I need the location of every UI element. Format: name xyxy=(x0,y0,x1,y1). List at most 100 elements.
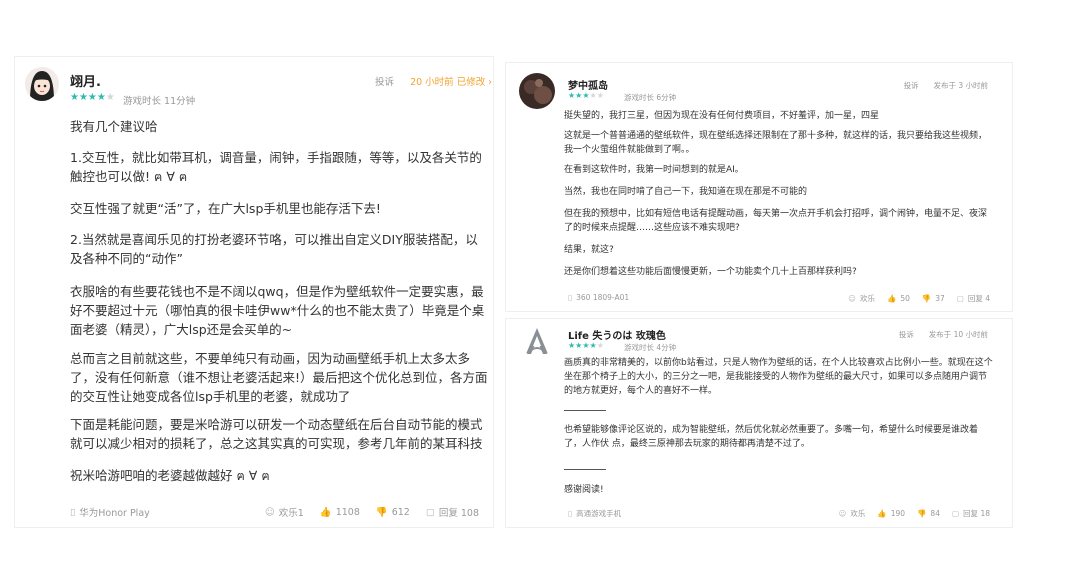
fun-button[interactable]: ☺ 欢乐1 xyxy=(264,505,304,520)
review-paragraph: 当然，我也在同时啃了自己一下，我知道在现在那是不可能的 xyxy=(564,187,808,197)
playtime: 游戏时长 6分钟 xyxy=(624,93,677,102)
report-link[interactable]: 投诉 xyxy=(899,330,914,339)
review-paragraph: 还是你们想着这些功能后面慢慢更新，一个功能卖个几十上百那样获利吗? xyxy=(564,267,857,277)
dislike-count: 37 xyxy=(935,294,945,303)
stars-filled: ★★★★ xyxy=(70,92,106,103)
reply-button[interactable]: ▢ 回复 18 xyxy=(952,508,990,519)
edited-time[interactable]: 20 小时前 已修改 › xyxy=(410,77,492,88)
stars-filled: ★★★ xyxy=(568,91,590,100)
review-paragraph: 交互性强了就更“活”了，在广大lsp手机里也能存活下去! xyxy=(70,201,381,216)
device-info: ▯ 360 1809-A01 xyxy=(568,293,629,302)
assassin-logo-icon xyxy=(521,325,553,357)
review-paragraph: 在看到这软件时，我第一时间想到的就是AI。 xyxy=(564,165,744,175)
review-paragraph: 感谢阅读! xyxy=(564,485,604,495)
review-paragraph: 挺失望的，我打三星，但因为现在没有任何付费项目，不好羞评，加一星，四星 xyxy=(564,111,880,121)
phone-icon: ▯ xyxy=(568,293,573,302)
post-time: 发布于 10 小时前 xyxy=(928,330,988,339)
rating-stars: ★★★★★ xyxy=(70,92,115,103)
review-card-right-bottom: Life 失うのは 玫瑰色 ★★★★★ 游戏时长 4分钟 投诉 发布于 10 小… xyxy=(505,318,1013,528)
thumbs-up-icon: 👍 xyxy=(877,509,887,518)
review-paragraph: 画质真的非常精美的，以前你b站看过，只是人物作为壁纸的话，在个人比较喜欢占比例小… xyxy=(564,358,993,396)
dislike-button[interactable]: 👎 37 xyxy=(922,294,945,303)
device-name: 360 1809-A01 xyxy=(576,293,630,302)
review-paragraph: 结果，就这? xyxy=(564,245,614,255)
stars-empty: ★★ xyxy=(589,91,604,100)
stars-filled: ★★★★ xyxy=(568,341,597,350)
comment-icon: ▢ xyxy=(956,294,964,303)
device-info: ▯ 华为Honor Play xyxy=(70,505,150,520)
review-stats: ☺ 欢乐 👍 190 👎 84 ▢ 回复 18 xyxy=(827,508,990,519)
review-actions: 投诉 发布于 10 小时前 xyxy=(899,329,988,340)
stars-empty: ★ xyxy=(596,341,604,350)
reply-count: 回复 108 xyxy=(438,508,479,519)
device-name: 高通游戏手机 xyxy=(576,509,622,518)
dislike-button[interactable]: 👎 612 xyxy=(376,507,410,518)
avatar[interactable] xyxy=(521,325,553,357)
device-name: 华为Honor Play xyxy=(79,508,150,519)
thumbs-up-icon: 👍 xyxy=(319,506,332,518)
reply-count: 回复 4 xyxy=(967,294,990,303)
report-link[interactable]: 投诉 xyxy=(904,81,919,90)
review-stats: ☺ 欢乐1 👍 1108 👎 612 ▢ 回复 108 xyxy=(249,505,479,520)
like-count: 1108 xyxy=(335,506,360,518)
review-paragraph: 也希望能够像评论区说的，成为智能壁纸，然后优化就必然重要了。多嘴一句，希望什么时… xyxy=(564,425,979,449)
fun-button[interactable]: ☺ 欢乐 xyxy=(848,293,875,304)
username[interactable]: 翊月. xyxy=(70,71,101,90)
dislike-count: 84 xyxy=(930,509,940,518)
smile-icon: ☺ xyxy=(838,509,847,518)
reply-count: 回复 18 xyxy=(963,509,990,518)
playtime: 游戏时长 11分钟 xyxy=(123,96,196,107)
avatar[interactable] xyxy=(519,73,555,109)
like-button[interactable]: 👍 190 xyxy=(877,509,905,518)
review-paragraph: 下面是耗能问题，要是米哈游可以研发一个动态壁纸在后台自动节能的模式就可以减少相对… xyxy=(70,417,483,451)
dislike-count: 612 xyxy=(391,506,410,518)
review-paragraph: 2.当然就是喜闻乐见的打扮老婆环节咯，可以推出自定义DIY服装搭配，以及各种不同… xyxy=(70,232,478,266)
username[interactable]: Life 失うのは 玫瑰色 xyxy=(568,327,666,342)
like-count: 190 xyxy=(890,509,906,518)
phone-icon: ▯ xyxy=(568,509,573,518)
stars-empty: ★ xyxy=(105,92,115,103)
avatar-image xyxy=(519,73,555,109)
dislike-button[interactable]: 👎 84 xyxy=(917,509,940,518)
fun-label: 欢乐1 xyxy=(278,508,304,519)
playtime: 游戏时长 4分钟 xyxy=(624,343,677,352)
smile-icon: ☺ xyxy=(848,294,856,303)
thumbs-down-icon: 👎 xyxy=(917,509,927,518)
review-paragraph: 这就是一个普普通通的壁纸软件，现在壁纸选择还限制在了那十多种，就这样的话，我只要… xyxy=(564,131,988,155)
review-paragraph: 总而言之目前就这些，不要单纯只有动画，因为动画壁纸手机上太多太多了，没有任何新意… xyxy=(70,351,488,404)
rating-stars: ★★★★★ xyxy=(568,341,604,350)
divider xyxy=(564,469,606,470)
smile-icon: ☺ xyxy=(264,506,275,518)
fun-label: 欢乐 xyxy=(859,294,875,303)
avatar-image xyxy=(25,67,59,101)
review-card-right-top: 梦中孤岛 ★★★★★ 游戏时长 6分钟 投诉 发布于 3 小时前 挺失望的，我打… xyxy=(505,62,1013,312)
thumbs-up-icon: 👍 xyxy=(886,294,897,303)
thumbs-down-icon: 👎 xyxy=(375,506,388,518)
review-actions: 投诉 20 小时前 已修改 › xyxy=(375,74,492,88)
thumbs-down-icon: 👎 xyxy=(921,294,932,303)
avatar[interactable] xyxy=(25,67,59,101)
device-info: ▯ 高通游戏手机 xyxy=(568,508,621,519)
fun-label: 欢乐 xyxy=(850,509,866,518)
phone-icon: ▯ xyxy=(70,506,76,518)
post-time: 发布于 3 小时前 xyxy=(933,81,988,90)
fun-button[interactable]: ☺ 欢乐 xyxy=(839,508,866,519)
review-paragraph: 但在我的预想中，比如有短信电话有提醒动画，每天第一次点开手机会打招呼，调个闹钟，… xyxy=(564,209,988,233)
like-count: 50 xyxy=(900,294,910,303)
reply-button[interactable]: ▢ 回复 4 xyxy=(957,293,990,304)
review-paragraph: 祝米哈游吧咱的老婆越做越好 ฅ ∀ ฅ xyxy=(70,468,270,483)
review-paragraph: 衣服啥的有些要花钱也不是不阔以qwq，但是作为壁纸软件一定要实惠，最好不要超过十… xyxy=(70,284,485,337)
username[interactable]: 梦中孤岛 xyxy=(568,77,608,92)
like-button[interactable]: 👍 1108 xyxy=(320,507,360,518)
review-actions: 投诉 发布于 3 小时前 xyxy=(904,80,988,91)
comment-icon: ▢ xyxy=(951,509,960,518)
review-paragraph: 我有几个建议哈 xyxy=(70,119,158,134)
reply-button[interactable]: ▢ 回复 108 xyxy=(425,505,479,520)
like-button[interactable]: 👍 50 xyxy=(887,294,910,303)
report-link[interactable]: 投诉 xyxy=(375,77,394,88)
review-paragraph: 1.交互性，就比如带耳机，调音量，闹钟，手指跟随，等等，以及各关节的触控也可以做… xyxy=(70,150,482,184)
review-stats: ☺ 欢乐 👍 50 👎 37 ▢ 回复 4 xyxy=(836,293,990,304)
comment-icon: ▢ xyxy=(425,506,435,518)
review-card-left: 翊月. ★★★★★ 游戏时长 11分钟 投诉 20 小时前 已修改 › 我有几个… xyxy=(14,56,494,528)
rating-stars: ★★★★★ xyxy=(568,91,604,100)
